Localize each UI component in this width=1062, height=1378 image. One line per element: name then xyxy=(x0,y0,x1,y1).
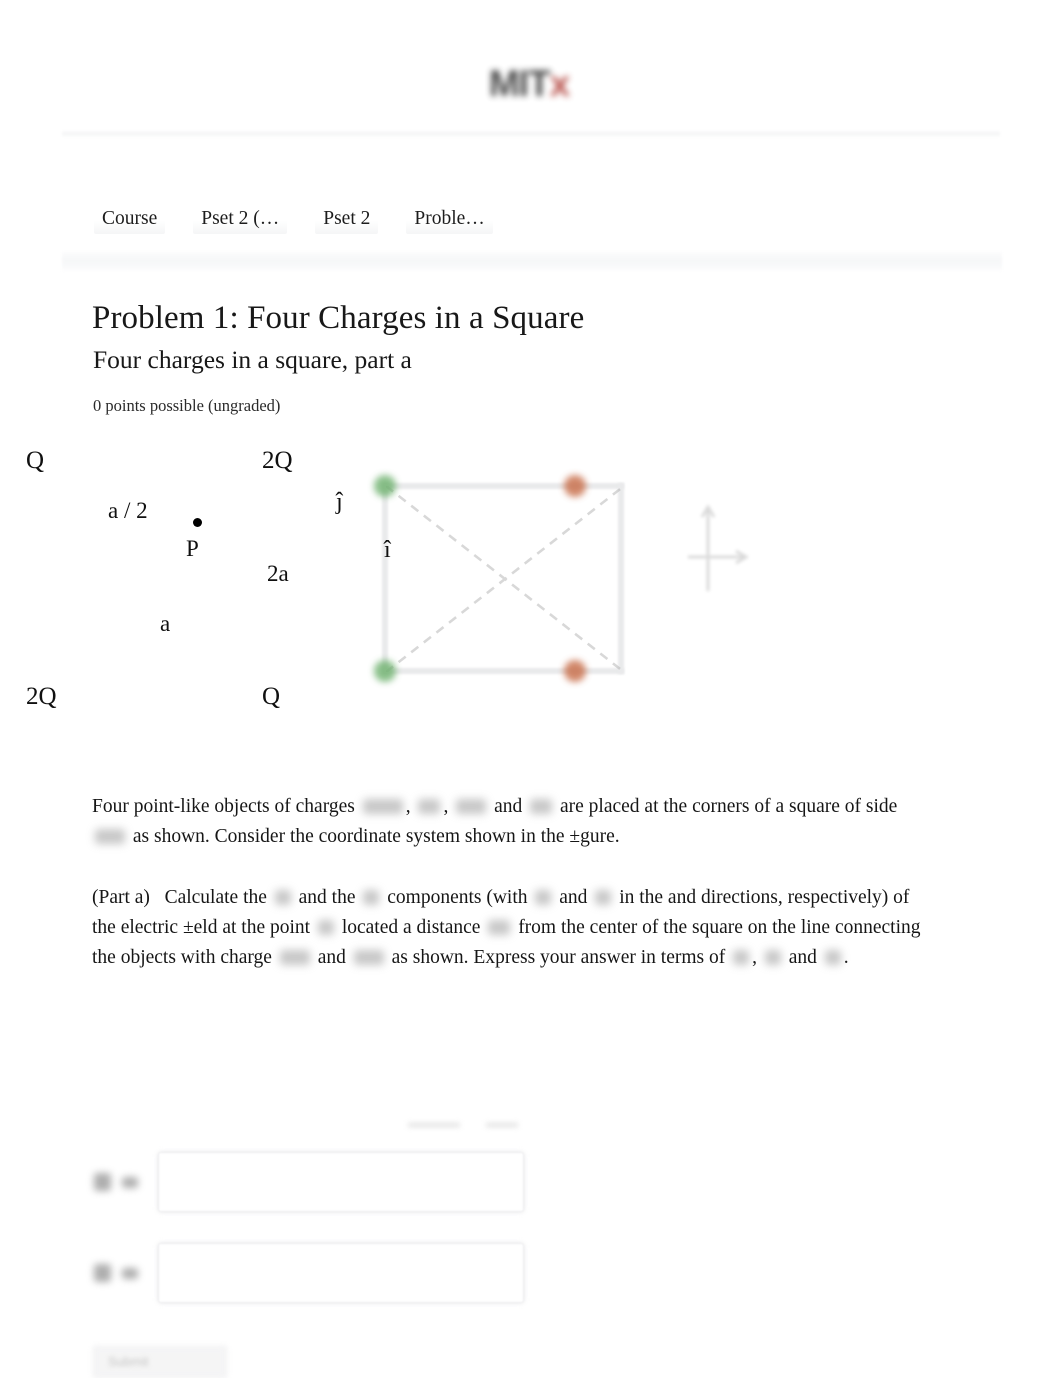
figure-point-marker xyxy=(193,518,202,527)
points-note: 0 points possible (ungraded) xyxy=(93,396,281,415)
site-header: MITx xyxy=(0,0,1062,137)
math-ihat-blob xyxy=(535,889,552,905)
math-distance-blob xyxy=(488,919,511,935)
breadcrumb-item-pset2-section[interactable]: Pset 2 (… xyxy=(193,204,288,234)
p2-seg-7: located a distance xyxy=(341,916,481,938)
math-answer-var-3-blob xyxy=(824,949,841,965)
answer-hint-marks xyxy=(408,1120,538,1132)
logo-text: MITx xyxy=(488,63,571,104)
p2-seg-4: components (with xyxy=(387,886,528,908)
math-y-component-blob xyxy=(363,889,380,905)
figure-label-point-p: P xyxy=(186,536,199,561)
charge-bottom-right-orange xyxy=(564,660,586,682)
problem-statement-paragraph-2: (Part a) Calculate the and the component… xyxy=(92,883,930,973)
figure-label-charge-bottom-right: Q xyxy=(262,683,281,710)
answer-label-x-component xyxy=(92,1170,154,1192)
answer-row xyxy=(92,1152,532,1228)
four-charges-figure xyxy=(330,440,760,730)
coordinate-axes-icon xyxy=(688,504,749,591)
answer-label-equals-blob xyxy=(122,1177,138,1188)
p2-part-label: (Part a) xyxy=(92,886,150,908)
mitx-logo[interactable]: MITx xyxy=(454,58,604,110)
unit-vector-i-label: î xyxy=(384,537,391,563)
answer-input-x-component[interactable] xyxy=(158,1152,524,1212)
figure-label-right-side: 2a xyxy=(267,561,289,586)
answer-label-equals-blob xyxy=(122,1268,138,1279)
page-title: Problem 1: Four Charges in a Square xyxy=(92,300,585,336)
p2-seg-11: , xyxy=(752,946,757,968)
p2-seg-5: and xyxy=(559,886,588,908)
p1-seg-1: Four point-like objects of charges xyxy=(92,795,355,817)
figure-label-charge-bottom-left: 2Q xyxy=(26,683,57,710)
answer-label-y-component xyxy=(92,1261,154,1283)
breadcrumb-item-course[interactable]: Course xyxy=(94,204,166,234)
charge-bottom-left-green xyxy=(374,660,396,682)
p1-seg-2: , xyxy=(405,795,411,817)
math-charge-q-blob xyxy=(353,949,384,965)
answer-row xyxy=(92,1243,532,1319)
figure-label-half-side: a / 2 xyxy=(108,498,148,523)
math-charge-1-blob xyxy=(362,798,403,814)
p1-seg-5: are placed at the corners of a square of… xyxy=(560,795,898,817)
answer-label-symbol-blob xyxy=(94,1173,111,1191)
p2-seg-10: as shown. Express your answer in terms o… xyxy=(391,946,726,968)
math-answer-var-2-blob xyxy=(764,949,781,965)
charge-top-left-green xyxy=(374,475,396,497)
math-answer-var-1-blob xyxy=(733,949,750,965)
hint-mark-1 xyxy=(408,1123,460,1127)
p2-seg-13: . xyxy=(843,946,849,968)
math-point-p-blob xyxy=(317,919,334,935)
p2-seg-3: and the xyxy=(298,886,356,908)
answer-label-symbol-blob xyxy=(94,1264,111,1282)
charge-top-right-orange xyxy=(564,475,586,497)
breadcrumb-divider xyxy=(62,252,1002,272)
breadcrumb-item-pset2[interactable]: Pset 2 xyxy=(315,204,379,234)
hint-mark-2 xyxy=(486,1123,518,1127)
p1-seg-4: and xyxy=(494,795,523,817)
p2-seg-9: and xyxy=(317,946,346,968)
p2-seg-2: Calculate the xyxy=(164,886,267,908)
p1-seg-3: , xyxy=(443,795,449,817)
submit-button-label: Submit xyxy=(108,1354,149,1369)
logo-accent: x xyxy=(549,63,571,104)
breadcrumb: Course Pset 2 (… Pset 2 Proble… xyxy=(94,204,493,234)
breadcrumb-item-problem[interactable]: Proble… xyxy=(406,204,493,234)
math-x-component-blob xyxy=(274,889,291,905)
figure-label-diagonal: a xyxy=(160,611,171,636)
math-charge-4-blob xyxy=(530,798,553,814)
figure-label-charge-top-right: 2Q xyxy=(262,447,293,474)
square-diagonals-icon xyxy=(386,486,624,672)
math-charge-2-blob xyxy=(418,798,441,814)
math-charge-3-blob xyxy=(456,798,487,814)
p2-seg-12: and xyxy=(788,946,817,968)
math-jhat-blob xyxy=(595,889,612,905)
p1-seg-6: as shown. Consider the coordinate system… xyxy=(132,825,620,847)
math-charge-2q-blob xyxy=(279,949,310,965)
unit-vector-j-label: ĵ xyxy=(336,489,343,515)
problem-statement-paragraph-1: Four point-like objects of charges , , a… xyxy=(92,792,930,852)
math-side-length-blob xyxy=(95,828,125,844)
answer-input-y-component[interactable] xyxy=(158,1243,524,1303)
figure-label-charge-top-left: Q xyxy=(26,447,45,474)
page-subtitle: Four charges in a square, part a xyxy=(93,345,412,374)
header-divider xyxy=(62,131,1000,137)
